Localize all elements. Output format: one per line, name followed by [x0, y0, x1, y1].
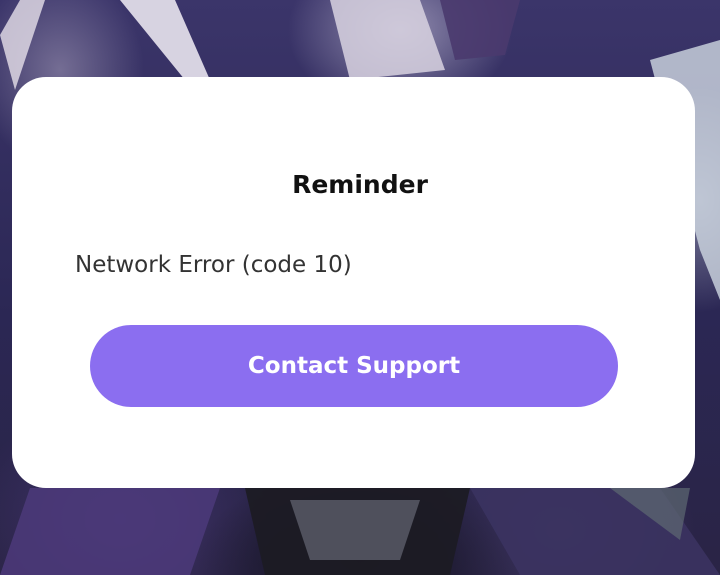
error-message: Network Error (code 10) — [75, 252, 352, 278]
reminder-dialog — [12, 77, 695, 488]
contact-support-button[interactable]: Contact Support — [90, 325, 618, 407]
dialog-title: Reminder — [292, 170, 428, 199]
